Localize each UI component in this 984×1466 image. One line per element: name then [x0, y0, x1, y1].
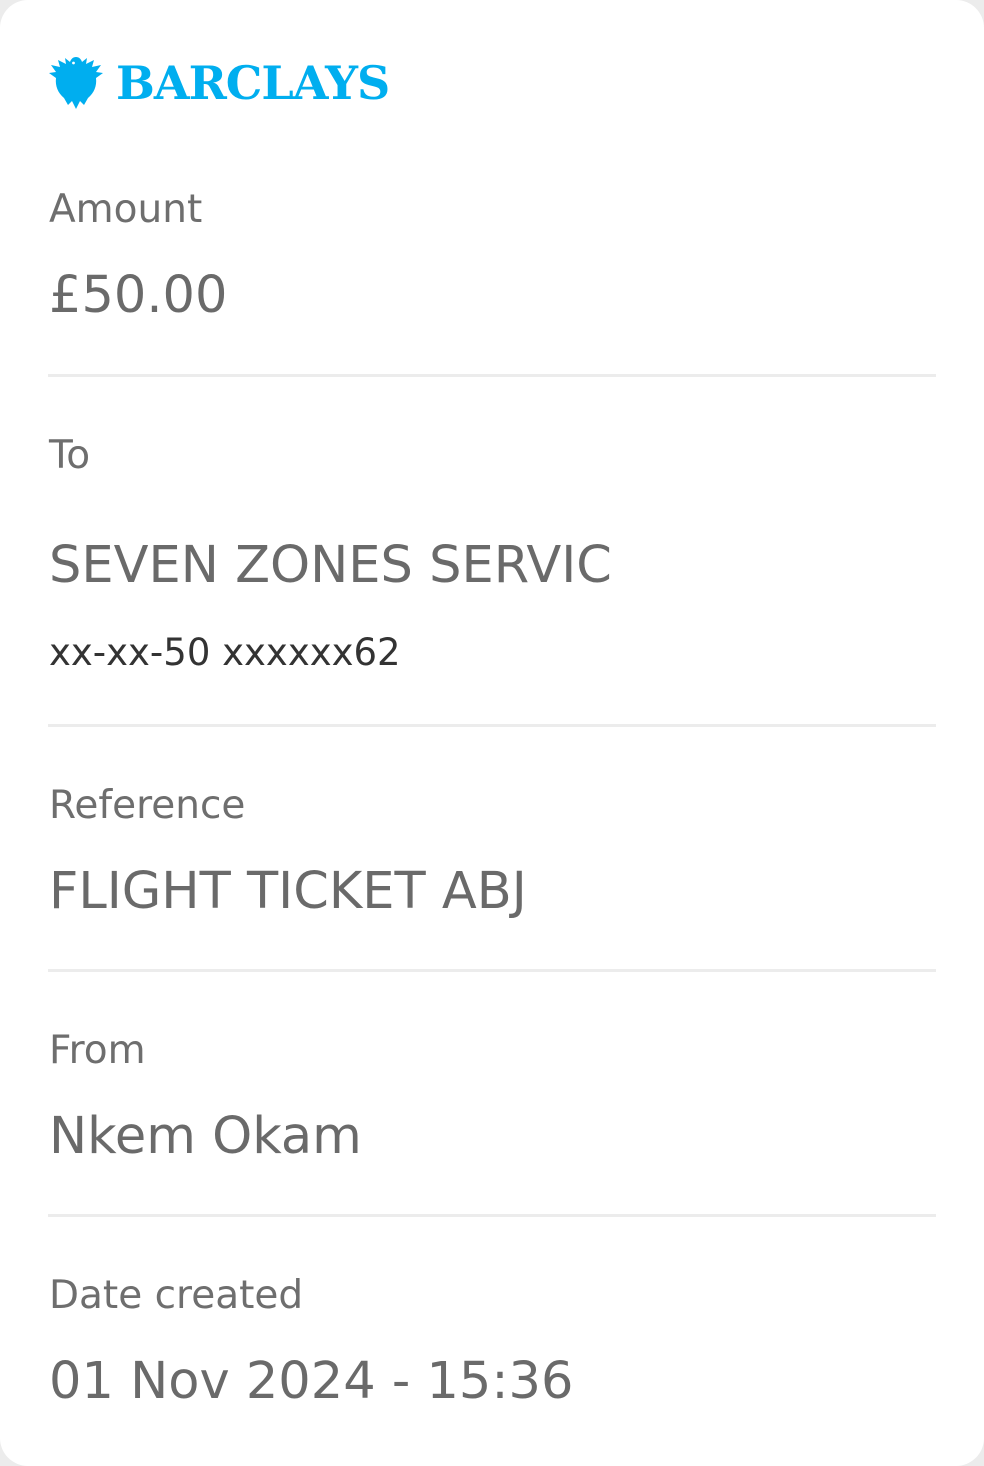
recipient-account: xx-xx-50 xxxxxx62	[49, 631, 401, 674]
reference-label: Reference	[49, 783, 246, 828]
sender-name: Nkem Okam	[49, 1107, 362, 1166]
to-label: To	[49, 433, 91, 478]
barclays-logo: BARCLAYS	[48, 52, 390, 114]
divider	[48, 969, 936, 972]
date-created-value: 01 Nov 2024 - 15:36	[49, 1352, 574, 1411]
eagle-icon	[49, 57, 103, 109]
amount-label: Amount	[49, 187, 203, 232]
date-created-label: Date created	[49, 1273, 304, 1318]
divider	[48, 724, 936, 727]
amount-value: £50.00	[49, 266, 228, 325]
brand-name: BARCLAYS	[116, 56, 390, 110]
payment-receipt-card: BARCLAYS Amount £50.00 To SEVEN ZONES SE…	[0, 0, 984, 1466]
from-label: From	[49, 1028, 146, 1073]
reference-value: FLIGHT TICKET ABJ	[49, 862, 527, 921]
divider	[48, 374, 936, 377]
divider	[48, 1214, 936, 1217]
recipient-name: SEVEN ZONES SERVIC	[49, 536, 612, 595]
